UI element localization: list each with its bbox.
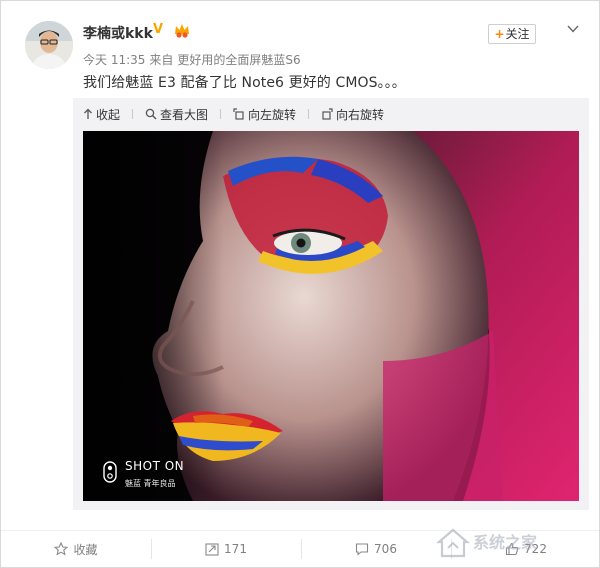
- shot-on-label: SHOT ON: [125, 459, 185, 473]
- chevron-down-icon[interactable]: [566, 21, 580, 35]
- post-text: 我们给魅蓝 E3 配备了比 Note6 更好的 CMOS。。。: [83, 75, 406, 91]
- follow-label: 关注: [505, 27, 530, 41]
- toolbar-divider: [132, 109, 134, 119]
- toolbar-divider: [308, 109, 310, 119]
- rotate-right-button[interactable]: 向右旋转: [321, 106, 384, 123]
- vip-crown-icon: [173, 22, 191, 38]
- post-meta: 今天 11:35 来自 更好用的全面屏魅蓝S6: [83, 51, 301, 68]
- favorite-button[interactable]: 收藏: [1, 531, 151, 567]
- source-prefix: 来自: [149, 53, 174, 67]
- site-watermark: 系统之家: [431, 523, 591, 563]
- comment-button[interactable]: 706: [301, 531, 451, 567]
- comment-icon: [355, 543, 369, 556]
- house-logo-icon: [436, 528, 470, 558]
- comment-count: 706: [374, 542, 397, 556]
- rotate-right-icon: [322, 108, 333, 120]
- weibo-post-card: 李楠或kkk V +关注 今天 11:35 来自 更好用的全面屏魅蓝S6 我们给魅蓝…: [0, 0, 600, 568]
- post-source[interactable]: 更好用的全面屏魅蓝S6: [177, 53, 300, 67]
- star-icon: [54, 542, 69, 556]
- portrait-photo: [83, 131, 579, 501]
- collapse-label: 收起: [96, 107, 121, 122]
- follow-plus-icon: +: [494, 27, 505, 41]
- watermark-text: 系统之家: [473, 533, 538, 552]
- collapse-button[interactable]: 收起: [83, 106, 120, 123]
- repost-icon: [205, 543, 219, 556]
- toolbar-divider: [220, 109, 222, 119]
- rotate-left-label: 向左旋转: [248, 107, 297, 122]
- follow-button[interactable]: +关注: [488, 24, 536, 44]
- favorite-label: 收藏: [73, 542, 98, 557]
- user-avatar[interactable]: [25, 21, 73, 69]
- image-toolbar: 收起 查看大图 向左旋转 向右旋转: [83, 105, 396, 123]
- verified-badge-icon: V: [153, 22, 164, 37]
- view-large-button[interactable]: 查看大图: [145, 106, 208, 123]
- username[interactable]: 李楠或kkk: [83, 23, 153, 43]
- rotate-right-label: 向右旋转: [336, 107, 385, 122]
- post-photo[interactable]: SHOT ON 魅蓝 青年良品: [83, 131, 579, 501]
- rotate-left-icon: [233, 108, 244, 120]
- post-time[interactable]: 今天 11:35: [83, 53, 145, 67]
- collapse-arrow-icon: [84, 108, 92, 119]
- shot-on-subtitle: 魅蓝 青年良品: [125, 479, 176, 488]
- camera-icon: [103, 461, 117, 483]
- view-large-label: 查看大图: [160, 107, 209, 122]
- repost-count: 171: [224, 542, 247, 556]
- magnifier-icon: [145, 108, 157, 120]
- rotate-left-button[interactable]: 向左旋转: [233, 106, 296, 123]
- repost-button[interactable]: 171: [151, 531, 301, 567]
